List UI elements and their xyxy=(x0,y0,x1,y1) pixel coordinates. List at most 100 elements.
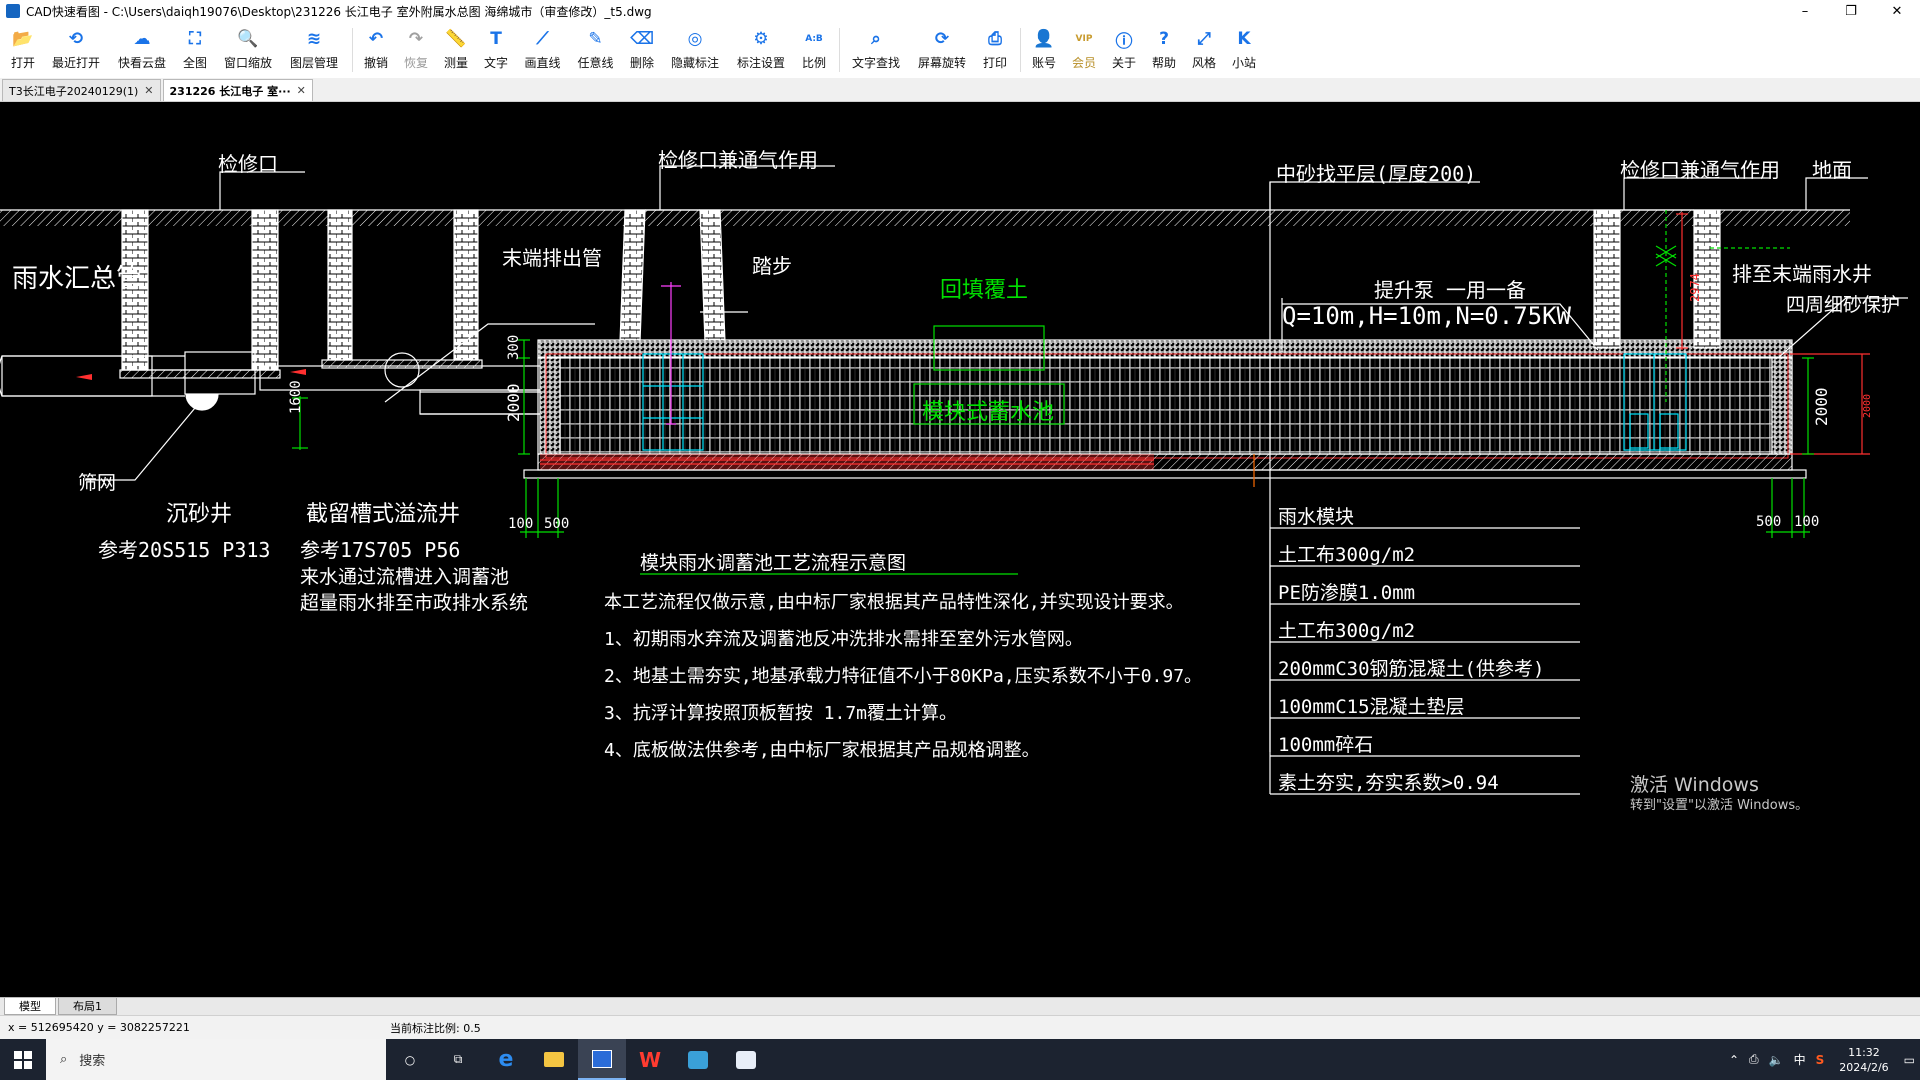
toolbar-label: 图层管理 xyxy=(289,56,338,70)
toolbar-button-vip[interactable]: VIP 会员 xyxy=(1065,22,1103,78)
windows-taskbar: ⌕ 搜索 ○ ⧉ e W ⌃ ⎙ 🔈 中 S 11:32 2024/2/6 ▭ xyxy=(0,1039,1920,1080)
layer-row: PE防渗膜1.0mm xyxy=(1278,582,1416,604)
toolbar-button-cloud[interactable]: ☁ 快看云盘 xyxy=(110,22,174,78)
eye-hide-icon: ◎ xyxy=(687,29,703,49)
layout-tabs: 模型 布局1 xyxy=(0,997,1920,1015)
redo-icon: ↷ xyxy=(408,29,424,49)
app-logo-icon xyxy=(6,4,20,18)
toolbar-button-style[interactable]: ⤢ 风格 xyxy=(1185,22,1223,78)
toolbar-button-scale[interactable]: A:B 比例 xyxy=(795,22,833,78)
tab-close-icon[interactable]: ✕ xyxy=(144,84,153,97)
toolbar-button-text[interactable]: T 文字 xyxy=(477,22,515,78)
layer-row: 100mm碎石 xyxy=(1278,734,1374,756)
user-icon: 👤 xyxy=(1033,29,1055,49)
toolbar-button-layers[interactable]: ≋ 图层管理 xyxy=(282,22,346,78)
tab-close-icon[interactable]: ✕ xyxy=(297,84,306,97)
cad-viewer-app-icon[interactable] xyxy=(578,1039,626,1080)
annotation-settings-icon: ⚙ xyxy=(753,29,769,49)
toolbar-button-redo[interactable]: ↷ 恢复 xyxy=(397,22,435,78)
toolbar-label: 帮助 xyxy=(1151,56,1176,70)
toolbar-button-rotate-screen[interactable]: ⟳ 屏幕旋转 xyxy=(910,22,974,78)
start-button[interactable] xyxy=(0,1039,46,1080)
toolbar-button-line[interactable]: ⟋ 画直线 xyxy=(517,22,568,78)
toolbar-button-eye-hide[interactable]: ◎ 隐藏标注 xyxy=(663,22,727,78)
fit-all-icon: ⛶ xyxy=(189,29,201,49)
signature-app-icon[interactable] xyxy=(722,1039,770,1080)
toolbar-label: 风格 xyxy=(1191,56,1216,70)
printer-icon: ⎙ xyxy=(988,29,1002,49)
rotate-screen-icon: ⟳ xyxy=(934,29,950,49)
notification-icon[interactable]: ▭ xyxy=(1904,1053,1915,1067)
edge-browser-icon[interactable]: e xyxy=(482,1039,530,1080)
tab-231226-changjiang[interactable]: 231226 长江电子 室··· ✕ xyxy=(162,79,313,101)
activation-watermark-subtitle: 转到"设置"以激活 Windows。 xyxy=(1630,798,1809,813)
toolbar-label: 画直线 xyxy=(524,56,561,70)
ie-browser-icon[interactable] xyxy=(674,1039,722,1080)
layer-row: 素土夯实,夯实系数>0.94 xyxy=(1278,772,1499,794)
clock[interactable]: 11:32 2024/2/6 xyxy=(1839,1045,1888,1075)
history-icon: ⟲ xyxy=(68,29,84,49)
dim-300: 300 xyxy=(506,334,522,360)
toolbar-button-fit-all[interactable]: ⛶ 全图 xyxy=(176,22,214,78)
window-title: CAD快速看图 - C:\Users\daiqh19076\Desktop\23… xyxy=(26,4,652,19)
show-hidden-icons[interactable]: ⌃ xyxy=(1729,1053,1739,1067)
text-icon: T xyxy=(490,29,502,49)
volume-icon[interactable]: 🔈 xyxy=(1769,1053,1784,1067)
toolbar-label: 最近打开 xyxy=(51,56,100,70)
window-controls: – ❐ ✕ xyxy=(1782,0,1920,22)
process-title: 模块雨水调蓄池工艺流程示意图 xyxy=(640,552,907,574)
toolbar-button-printer[interactable]: ⎙ 打印 xyxy=(976,22,1014,78)
toolbar-button-folder-open[interactable]: 📂 打开 xyxy=(4,22,42,78)
line-icon: ⟋ xyxy=(536,29,549,49)
tab-layout1[interactable]: 布局1 xyxy=(58,998,117,1015)
toolbar-label: 会员 xyxy=(1071,56,1096,70)
clock-date: 2024/2/6 xyxy=(1839,1060,1889,1074)
toolbar-button-user[interactable]: 👤 账号 xyxy=(1025,22,1063,78)
vip-icon: VIP xyxy=(1075,34,1093,44)
file-explorer-icon[interactable] xyxy=(530,1039,578,1080)
ime-indicator[interactable]: 中 xyxy=(1794,1051,1806,1068)
annotation-scale: 当前标注比例: 0.5 xyxy=(390,1021,481,1035)
info-icon: ⓘ xyxy=(1115,31,1133,52)
layer-row: 100mmC15混凝土垫层 xyxy=(1278,696,1465,718)
activation-watermark-title: 激活 Windows xyxy=(1630,774,1759,796)
label-lift-pump: 提升泵 一用一备 xyxy=(1374,278,1527,302)
tab-t3-changjiang[interactable]: T3长江电子20240129(1) ✕ xyxy=(2,79,161,101)
toolbar-button-zoom-window[interactable]: 🔍 窗口缩放 xyxy=(216,22,280,78)
toolbar-label: 打开 xyxy=(10,56,35,70)
label-overflow-well: 截留槽式溢流井 xyxy=(306,502,461,527)
toolbar-button-history[interactable]: ⟲ 最近打开 xyxy=(44,22,108,78)
label-access-vent-2: 检修口兼通气作用 xyxy=(1620,158,1780,182)
layer-row: 200mmC30钢筋混凝土(供参考) xyxy=(1278,658,1545,680)
toolbar-button-measure[interactable]: 📏 测量 xyxy=(437,22,475,78)
folder-open-icon: 📂 xyxy=(12,29,34,49)
status-bar: x = 512695420 y = 3082257221 当前标注比例: 0.5 xyxy=(0,1015,1920,1039)
wps-office-icon[interactable]: W xyxy=(626,1039,674,1080)
label-end-discharge-pipe: 末端排出管 xyxy=(502,246,602,270)
toolbar-label: 打印 xyxy=(982,56,1007,70)
cortana-icon[interactable]: ○ xyxy=(386,1039,434,1080)
tab-model[interactable]: 模型 xyxy=(4,998,56,1015)
network-icon[interactable]: ⎙ xyxy=(1749,1052,1759,1067)
toolbar-button-eraser[interactable]: ⌫ 删除 xyxy=(623,22,661,78)
toolbar-button-k-station[interactable]: K 小站 xyxy=(1225,22,1263,78)
task-view-icon[interactable]: ⧉ xyxy=(434,1039,482,1080)
toolbar-button-info[interactable]: ⓘ 关于 xyxy=(1105,22,1143,78)
drawing-canvas[interactable]: 检修口 检修口兼通气作用 中砂找平层(厚度200) 检修口兼通气作用 地面 雨水… xyxy=(0,102,1920,997)
toolbar-button-text-search[interactable]: ⌕ 文字查找 xyxy=(844,22,908,78)
label-rain-main-pipe: 雨水汇总管 xyxy=(12,264,143,294)
minimize-button[interactable]: – xyxy=(1782,0,1828,22)
toolbar-button-help[interactable]: ? 帮助 xyxy=(1145,22,1183,78)
restore-button[interactable]: ❐ xyxy=(1828,0,1874,22)
toolbar-label: 比例 xyxy=(801,56,826,70)
toolbar-label: 隐藏标注 xyxy=(670,56,719,70)
taskbar-search[interactable]: ⌕ 搜索 xyxy=(46,1039,386,1080)
label-access-vent-1: 检修口兼通气作用 xyxy=(658,148,818,172)
toolbar-label: 恢复 xyxy=(403,56,428,70)
layer-row: 雨水模块 xyxy=(1278,506,1355,528)
close-button[interactable]: ✕ xyxy=(1874,0,1920,22)
toolbar-button-annotation-settings[interactable]: ⚙ 标注设置 xyxy=(729,22,793,78)
sogou-ime-icon[interactable]: S xyxy=(1816,1053,1825,1067)
toolbar-button-undo[interactable]: ↶ 撤销 xyxy=(357,22,395,78)
toolbar-button-pen[interactable]: ✎ 任意线 xyxy=(570,22,621,78)
